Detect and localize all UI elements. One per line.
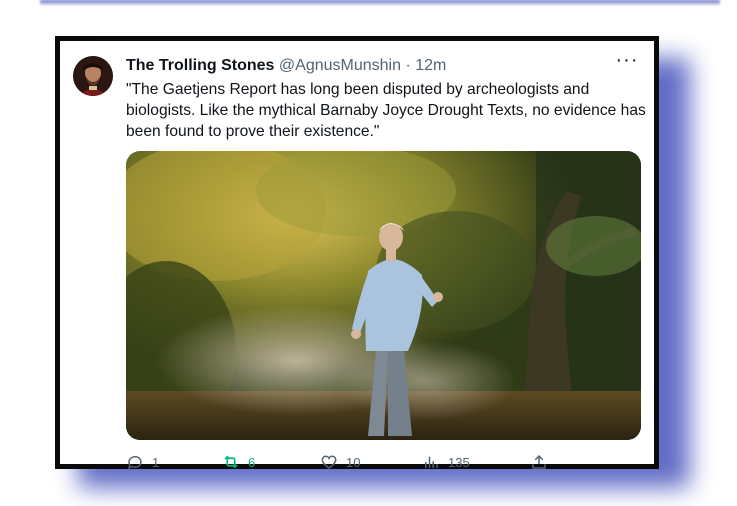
share-button[interactable] <box>530 451 548 473</box>
views-count: 135 <box>448 454 470 470</box>
reply-icon <box>127 455 142 470</box>
share-icon <box>532 454 546 469</box>
user-handle[interactable]: @AgnusMunshin <box>279 57 401 74</box>
display-name[interactable]: The Trolling Stones <box>126 57 274 74</box>
separator-dot: · <box>405 57 411 74</box>
decorative-top-shadow <box>40 0 720 6</box>
tweet-card: The Trolling Stones @AgnusMunshin · 12m … <box>55 36 659 470</box>
reply-button[interactable]: 1 <box>126 451 159 473</box>
views-icon <box>425 456 438 468</box>
tweet-photo[interactable] <box>126 151 641 440</box>
more-icon[interactable]: ··· <box>614 50 640 73</box>
avatar[interactable] <box>73 56 113 96</box>
tweet-header: The Trolling Stones @AgnusMunshin · 12m <box>126 55 634 77</box>
like-button[interactable]: 10 <box>320 451 360 473</box>
reply-count: 1 <box>152 454 160 470</box>
tweet-text: "The Gaetjens Report has long been dispu… <box>126 81 646 140</box>
retweet-count: 6 <box>248 454 256 470</box>
timestamp[interactable]: 12m <box>415 57 446 74</box>
like-count: 10 <box>346 454 361 470</box>
heart-icon <box>321 455 337 469</box>
retweet-button[interactable]: 6 <box>222 451 255 473</box>
tweet-actions: 1 6 10 135 <box>126 451 566 473</box>
retweet-icon <box>224 455 238 469</box>
views-button[interactable]: 135 <box>422 451 470 473</box>
